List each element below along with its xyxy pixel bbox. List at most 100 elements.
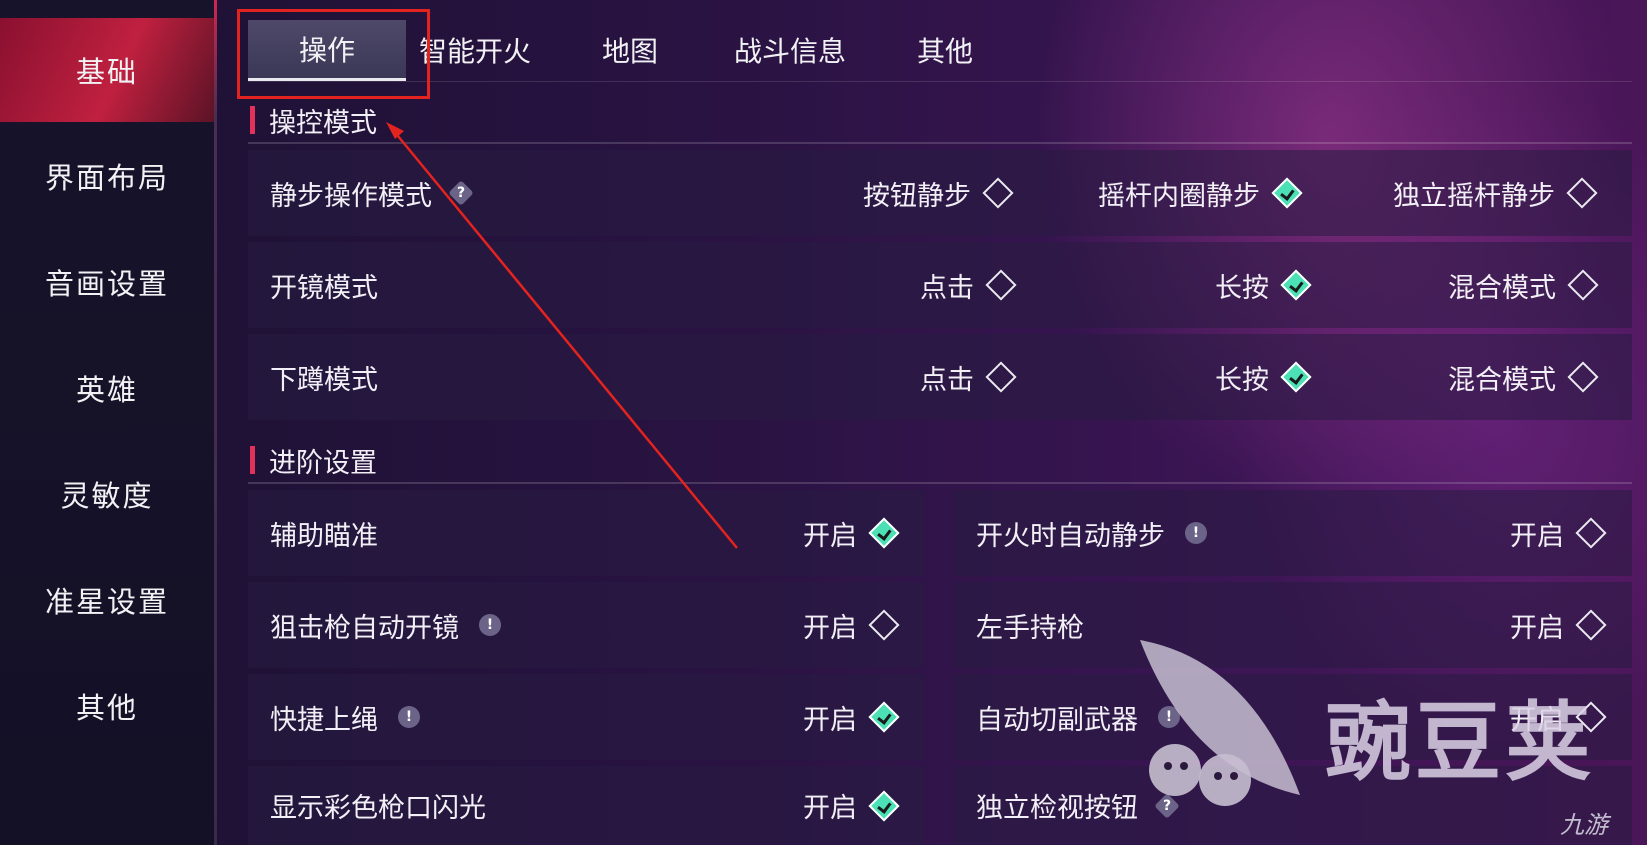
radio-diamond-icon [1567, 361, 1599, 393]
option-label: 按钮静步 [863, 180, 971, 212]
tab-combat-info[interactable]: 战斗信息 [725, 20, 855, 80]
setting-row-sniper-auto-scope: 狙击枪自动开镜! 开启 [248, 582, 924, 668]
toggle-label: 开启 [803, 793, 857, 824]
sidebar: 基础 界面布局 音画设置 英雄 灵敏度 准星设置 其他 [0, 0, 214, 845]
highlight-box [237, 9, 430, 99]
setting-row-aim-assist: 辅助瞄准 开启 [248, 490, 924, 576]
setting-label-text: 快捷上绳 [270, 704, 378, 736]
section-accent-bar [250, 446, 255, 474]
toggle-label: 开启 [803, 520, 857, 552]
setting-row-scope-mode: 开镜模式 点击 长按 混合模式 [248, 242, 1632, 328]
sidebar-item-label: 英雄 [75, 373, 138, 407]
option-label: 混合模式 [1448, 364, 1556, 396]
info-icon[interactable]: ! [1185, 522, 1207, 544]
toggle-aim-assist[interactable]: 开启 [803, 514, 900, 553]
checkbox-diamond-checked-icon [868, 701, 900, 733]
tab-other[interactable]: 其他 [905, 20, 985, 80]
sidebar-item-crosshair[interactable]: 准星设置 [0, 548, 214, 652]
radio-diamond-icon [1567, 269, 1599, 301]
option-label: 独立摇杆静步 [1393, 180, 1555, 212]
toggle-fire-auto-silent[interactable]: 开启 [1510, 514, 1607, 553]
sidebar-item-label: 灵敏度 [60, 479, 154, 513]
checkbox-diamond-icon [1575, 609, 1607, 641]
sidebar-item-layout[interactable]: 界面布局 [0, 124, 214, 228]
radio-diamond-icon [1566, 177, 1598, 209]
tab-map[interactable]: 地图 [585, 20, 675, 80]
setting-label-text: 开镜模式 [270, 272, 378, 304]
setting-label: 下蹲模式 [270, 358, 378, 397]
tab-label: 战斗信息 [733, 35, 846, 68]
option-label: 长按 [1215, 364, 1269, 396]
setting-row-quick-rope: 快捷上绳! 开启 [248, 674, 924, 760]
option-label: 点击 [920, 272, 974, 304]
setting-label-text: 静步操作模式 [270, 180, 432, 212]
sidebar-item-audio-video[interactable]: 音画设置 [0, 230, 214, 334]
section-divider [248, 482, 1632, 484]
option-mixed[interactable]: 混合模式 [1448, 266, 1599, 305]
option-mixed[interactable]: 混合模式 [1448, 358, 1599, 397]
option-button-silent-step[interactable]: 按钮静步 [863, 174, 1014, 213]
setting-label-text: 开火时自动静步 [976, 520, 1165, 552]
toggle-sniper-auto-scope[interactable]: 开启 [803, 606, 900, 645]
sidebar-item-basic[interactable]: 基础 [0, 18, 214, 122]
radio-diamond-icon [985, 361, 1017, 393]
tab-underline [248, 81, 1632, 82]
setting-label-text: 自动切副武器 [976, 704, 1138, 736]
sidebar-item-other[interactable]: 其他 [0, 654, 214, 758]
option-hold[interactable]: 长按 [1215, 358, 1312, 397]
toggle-label: 开启 [803, 612, 857, 644]
option-independent-joystick-silent-step[interactable]: 独立摇杆静步 [1393, 174, 1598, 213]
setting-label-text: 显示彩色枪口闪光 [270, 793, 486, 824]
setting-label: 左手持枪 [976, 606, 1084, 645]
option-joystick-inner-silent-step[interactable]: 摇杆内圈静步 [1098, 174, 1303, 213]
radio-diamond-checked-icon [1280, 361, 1312, 393]
section-title: 进阶设置 [269, 447, 377, 479]
setting-label-text: 下蹲模式 [270, 364, 378, 396]
radio-diamond-icon [985, 269, 1017, 301]
setting-row-muzzle-flash: 显示彩色枪口闪光 开启 [248, 766, 924, 845]
setting-label-text: 左手持枪 [976, 612, 1084, 644]
toggle-muzzle-flash[interactable]: 开启 [803, 786, 900, 825]
setting-row-crouch-mode: 下蹲模式 点击 长按 混合模式 [248, 334, 1632, 420]
section-header-control-mode: 操控模式 [250, 100, 377, 140]
option-tap[interactable]: 点击 [920, 358, 1017, 397]
setting-label: 静步操作模式 ? [270, 174, 474, 213]
info-icon[interactable]: ! [398, 706, 420, 728]
radio-diamond-checked-icon [1271, 177, 1303, 209]
setting-label: 开火时自动静步! [976, 514, 1207, 553]
option-tap[interactable]: 点击 [920, 266, 1017, 305]
sidebar-item-label: 准星设置 [44, 585, 169, 619]
radio-diamond-checked-icon [1280, 269, 1312, 301]
toggle-quick-rope[interactable]: 开启 [803, 698, 900, 737]
watermark-secondary: 九游 [1560, 811, 1608, 839]
help-icon[interactable]: ? [448, 180, 474, 206]
setting-row-fire-auto-silent: 开火时自动静步! 开启 [954, 490, 1632, 576]
sidebar-item-label: 音画设置 [44, 267, 169, 301]
option-hold[interactable]: 长按 [1215, 266, 1312, 305]
toggle-label: 开启 [803, 704, 857, 736]
option-label: 点击 [920, 364, 974, 396]
sidebar-divider [214, 0, 217, 845]
sidebar-item-sensitivity[interactable]: 灵敏度 [0, 442, 214, 546]
section-divider [248, 142, 1632, 144]
info-icon[interactable]: ! [479, 614, 501, 636]
tab-label: 地图 [601, 35, 658, 68]
tab-label: 智能开火 [418, 35, 531, 68]
setting-label-text: 狙击枪自动开镜 [270, 612, 459, 644]
sidebar-item-hero[interactable]: 英雄 [0, 336, 214, 440]
section-header-advanced: 进阶设置 [250, 440, 377, 480]
checkbox-diamond-checked-icon [868, 517, 900, 549]
setting-row-silent-step: 静步操作模式 ? 按钮静步 摇杆内圈静步 独立摇杆静步 [248, 150, 1632, 236]
section-accent-bar [250, 106, 255, 134]
sidebar-item-label: 界面布局 [44, 161, 169, 195]
setting-label: 显示彩色枪口闪光 [270, 786, 486, 825]
setting-label: 开镜模式 [270, 266, 378, 305]
sidebar-item-label: 基础 [75, 55, 138, 89]
watermark-brand: 豌豆荚 [1325, 693, 1595, 793]
setting-label: 辅助瞄准 [270, 514, 378, 553]
setting-label: 狙击枪自动开镜! [270, 606, 501, 645]
toggle-label: 开启 [1510, 520, 1564, 552]
radio-diamond-icon [982, 177, 1014, 209]
option-label: 混合模式 [1448, 272, 1556, 304]
checkbox-diamond-icon [1575, 517, 1607, 549]
